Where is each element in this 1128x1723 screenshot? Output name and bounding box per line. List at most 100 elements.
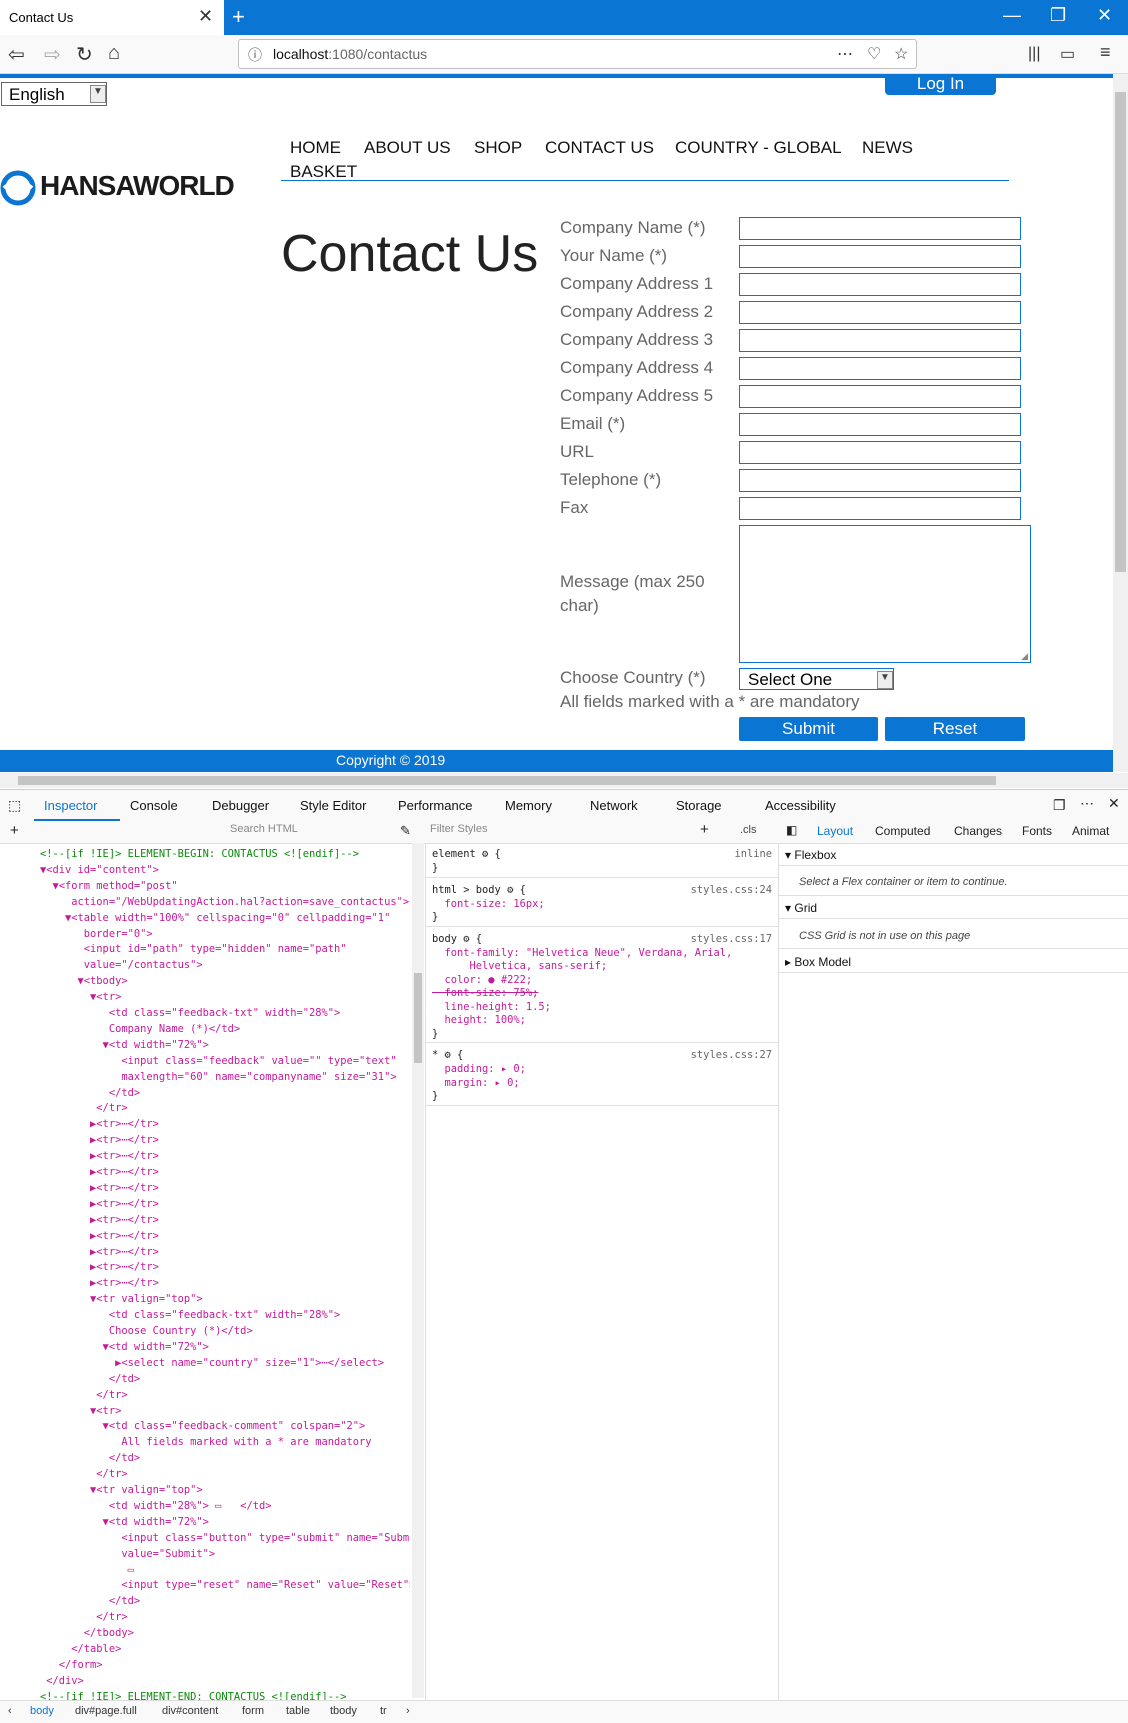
breadcrumb-item[interactable]: form [242,1705,264,1717]
menu-country-global[interactable]: COUNTRY - GLOBAL [675,138,842,158]
markup-line[interactable]: <!--[if !IE]> ELEMENT-BEGIN: CONTACTUS <… [40,847,359,861]
breadcrumb-prev-icon[interactable]: ‹ [8,1705,12,1717]
rule-declaration[interactable]: font-size: 75%; [432,986,539,1000]
rule-declaration[interactable]: color: ● #222; [432,973,533,987]
company-address-4-input[interactable] [739,357,1021,380]
markup-line[interactable]: All fields marked with a * are mandatory [40,1435,371,1449]
tab-changes[interactable]: Changes [954,824,1002,838]
markup-line[interactable]: value="/contactus"> [40,958,203,972]
markup-line[interactable]: ▼<td width="72%"> [40,1038,209,1052]
telephone-input[interactable] [739,469,1021,492]
markup-line[interactable]: ▼<td width="72%"> [40,1340,209,1354]
more-actions-icon[interactable]: ⋯ [837,44,853,64]
rule-declaration[interactable]: font-size: 16px; [432,897,545,911]
company-address-1-input[interactable] [739,273,1021,296]
close-devtools-icon[interactable]: ✕ [1108,795,1120,812]
markup-line[interactable]: </td> [40,1451,140,1465]
markup-line[interactable]: </td> [40,1372,140,1386]
language-select[interactable]: English ▼ [1,82,107,106]
resize-handle-icon[interactable]: ◢ [1021,651,1028,662]
markup-line[interactable]: <input class="feedback" value="" type="t… [40,1054,396,1068]
more-options-icon[interactable]: ⋯ [1080,795,1094,812]
url-text[interactable]: localhost:1080/contactus [273,46,427,62]
markup-line[interactable]: ▶<tr>⋯</tr> [40,1213,159,1227]
company-address-3-input[interactable] [739,329,1021,352]
rule-declaration[interactable]: } [432,910,438,924]
breadcrumb-next-icon[interactable]: › [406,1705,410,1717]
markup-line[interactable]: <td class="feedback-txt" width="28%"> [40,1308,340,1322]
grid-heading[interactable]: ▾ Grid [785,901,817,915]
markup-line[interactable]: <input id="path" type="hidden" name="pat… [40,942,347,956]
rule-declaration[interactable]: } [432,1027,438,1041]
reload-icon[interactable]: ↻ [76,42,93,67]
markup-line[interactable]: ▶<tr>⋯</tr> [40,1117,159,1131]
markup-line[interactable]: </tbody> [40,1626,134,1640]
markup-scrollbar[interactable] [412,843,424,1698]
rule-declaration[interactable]: } [432,861,438,875]
menu-about-us[interactable]: ABOUT US [364,138,451,158]
flexbox-heading[interactable]: ▾ Flexbox [785,848,836,862]
close-window-icon[interactable]: ✕ [1097,5,1112,26]
markup-line[interactable]: <input type="reset" name="Reset" value="… [40,1578,410,1592]
add-node-icon[interactable]: + [10,822,19,839]
markup-line[interactable]: <td width="28%"> ▭ </td> [40,1499,272,1513]
markup-line[interactable]: </div> [40,1674,84,1688]
menu-basket[interactable]: BASKET [290,162,357,182]
tab-style-editor[interactable]: Style Editor [300,798,366,813]
markup-line[interactable]: ▼<div id="content"> [40,863,159,877]
menu-news[interactable]: NEWS [862,138,913,158]
markup-line[interactable]: <td class="feedback-txt" width="28%"> [40,1006,340,1020]
menu-shop[interactable]: SHOP [474,138,522,158]
home-icon[interactable]: ⌂ [108,42,120,65]
markup-line[interactable]: maxlength="60" name="companyname" size="… [40,1070,396,1084]
breadcrumb-item[interactable]: tbody [330,1705,357,1717]
markup-line[interactable]: <!--[if !IE]> ELEMENT-END: CONTACTUS <![… [40,1690,347,1700]
close-tab-icon[interactable]: ✕ [198,6,213,27]
markup-line[interactable]: </tr> [40,1467,127,1481]
library-icon[interactable]: ||| [1028,45,1040,63]
markup-line[interactable]: ▼<form method="post" [40,879,178,893]
tab-console[interactable]: Console [130,798,178,813]
rule-declaration[interactable]: font-family: "Helvetica Neue", Verdana, … [432,946,733,960]
rule-source-link[interactable]: styles.css:24 [691,883,772,897]
scrollbar-thumb[interactable] [1115,92,1126,572]
back-icon[interactable]: ⇦ [8,42,25,67]
tab-inspector[interactable]: Inspector [44,798,97,813]
markup-line[interactable]: ▶<tr>⋯</tr> [40,1197,159,1211]
tab-performance[interactable]: Performance [398,798,472,813]
markup-line[interactable]: value="Submit"> [40,1547,215,1561]
rule-declaration[interactable]: height: 100%; [432,1013,526,1027]
breadcrumb-item[interactable]: table [286,1705,310,1717]
breadcrumb-item[interactable]: tr [380,1705,387,1717]
tab-debugger[interactable]: Debugger [212,798,269,813]
email-input[interactable] [739,413,1021,436]
markup-line[interactable]: ▶<tr>⋯</tr> [40,1276,159,1290]
markup-line[interactable]: ▼<tr> [40,1404,121,1418]
menu-home[interactable]: HOME [290,138,341,158]
breadcrumb-item[interactable]: div#page.full [75,1705,137,1717]
company-address-5-input[interactable] [739,385,1021,408]
rule-source-link[interactable]: inline [734,847,772,861]
vertical-scrollbar[interactable] [1113,74,1128,772]
markup-line[interactable]: ▶<tr>⋯</tr> [40,1181,159,1195]
markup-line[interactable]: ▭ [40,1563,134,1577]
rule-source-link[interactable]: styles.css:27 [691,1048,772,1062]
scrollbar-thumb[interactable] [414,973,422,1063]
rule-declaration[interactable]: padding: ▸ 0; [432,1062,526,1076]
markup-line[interactable]: <input class="button" type="submit" name… [40,1531,410,1545]
info-icon[interactable]: ⓘ [248,45,262,65]
forward-icon[interactable]: ⇨ [44,42,61,67]
reset-button[interactable]: Reset [885,717,1025,741]
markup-line[interactable]: border="0"> [40,927,153,941]
add-rule-icon[interactable]: + [700,821,709,838]
country-select[interactable]: Select One ▼ [739,668,894,690]
search-html-input[interactable]: Search HTML [230,823,390,840]
dock-icon[interactable]: ❐ [1053,797,1066,814]
menu-icon[interactable]: ≡ [1100,42,1111,63]
markup-line[interactable]: </table> [40,1642,121,1656]
bookmark-star-icon[interactable]: ☆ [894,44,908,64]
markup-line[interactable]: ▶<tr>⋯</tr> [40,1149,159,1163]
pocket-icon[interactable]: ♡ [867,44,881,64]
markup-line[interactable]: ▼<tr valign="top"> [40,1292,203,1306]
tab-network[interactable]: Network [590,798,638,813]
